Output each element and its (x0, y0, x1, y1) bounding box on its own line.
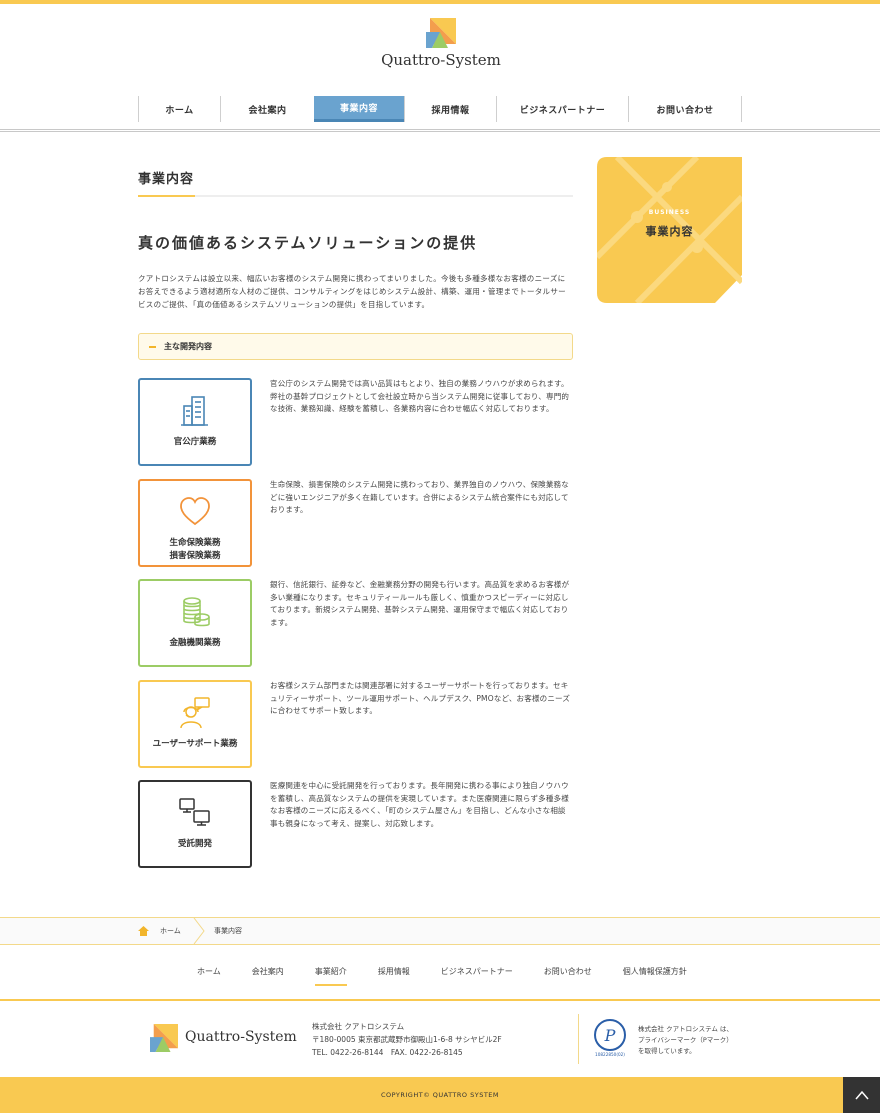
site-logo[interactable]: Quattro-System (381, 18, 501, 72)
footer-nav-contact[interactable]: お問い合わせ (544, 966, 592, 986)
breadcrumb: ホーム 事業内容 (0, 917, 880, 945)
page-title: 事業内容 (138, 172, 195, 187)
heart-icon (180, 497, 210, 526)
chevron-up-icon (854, 1090, 869, 1100)
business-description: 生命保険、損害保険のシステム開発に携わっており、業界独自のノウハウ、保険業務など… (270, 480, 569, 515)
home-icon[interactable] (138, 926, 149, 936)
svg-text:P: P (604, 1026, 616, 1045)
business-description: 医療関連を中心に受託開発を行っております。長年開発に携わる事により独自ノウハウを… (270, 781, 569, 828)
business-caption: ユーザーサポート業務 (152, 739, 238, 749)
nav-item-company[interactable]: 会社案内 (220, 96, 314, 122)
svg-text:10822850(02): 10822850(02) (595, 1052, 625, 1057)
footer-nav-privacy[interactable]: 個人情報保護方針 (623, 966, 687, 986)
business-card-finance[interactable]: 金融機関業務 (138, 579, 252, 667)
footer-vertical-divider (578, 1014, 579, 1064)
business-row: 金融機関業務 銀行、信託銀行、証券など、金融業務分野の開発も行います。高品質を求… (138, 579, 573, 667)
logo-text: Quattro-System (381, 51, 501, 69)
footer-nav-business[interactable]: 事業紹介 (314, 966, 347, 986)
business-row: 受託開発 医療関連を中心に受託開発を行っております。長年開発に携わる事により独自… (138, 780, 573, 868)
footer-nav: ホーム 会社案内 事業紹介 採用情報 ビジネスパートナー お問い合わせ 個人情報… (197, 966, 718, 986)
page-top-button[interactable] (843, 1077, 880, 1113)
business-caption: 官公庁業務 (173, 437, 217, 447)
copyright-text: COPYRIGHT© QUATTRO SYSTEM (380, 1091, 500, 1099)
banner-jp-label: 事業内容 (645, 225, 694, 238)
logo-mark-icon (150, 1024, 178, 1052)
footer-nav-partner[interactable]: ビジネスパートナー (441, 966, 513, 986)
intro-text: クアトロシステムは設立以来、幅広いお客様のシステム開発に携わってまいりました。今… (138, 274, 566, 309)
computers-icon (179, 798, 210, 826)
footer-company-name: 株式会社 クアトロシステム (312, 1022, 405, 1031)
pmark-line-3: を取得しています。 (638, 1047, 696, 1055)
business-description: 銀行、信託銀行、証券など、金融業務分野の開発も行います。高品質を求めるお客様が多… (270, 580, 570, 627)
business-description: 官公庁のシステム開発では高い品質はもとより、独自の業務ノウハウが求められます。弊… (270, 379, 570, 414)
business-card-support[interactable]: ユーザーサポート業務 (138, 680, 252, 768)
section-heading: 主な開発内容 (138, 333, 573, 360)
business-row: 官公庁業務 官公庁のシステム開発では高い品質はもとより、独自の業務ノウハウが求め… (138, 378, 573, 466)
footer-contact: TEL. 0422-26-8144 FAX. 0422-26-8145 (312, 1048, 463, 1057)
top-accent-strip (0, 0, 880, 4)
headline: 真の価値あるシステムソリューションの提供 (138, 234, 478, 252)
footer-nav-home[interactable]: ホーム (197, 966, 221, 986)
section-label: 主な開発内容 (164, 342, 212, 351)
business-card-insurance[interactable]: 生命保険業務 損害保険業務 (138, 479, 252, 567)
section-dash (149, 345, 156, 348)
building-icon (181, 396, 208, 426)
nav-item-home[interactable]: ホーム (138, 96, 220, 122)
business-caption: 受託開発 (177, 839, 212, 849)
nav-item-recruit[interactable]: 採用情報 (404, 96, 496, 122)
nav-item-partner[interactable]: ビジネスパートナー (496, 96, 628, 122)
breadcrumb-current: 事業内容 (214, 927, 242, 935)
footer-nav-recruit[interactable]: 採用情報 (378, 966, 410, 986)
footer-nav-company[interactable]: 会社案内 (252, 966, 284, 986)
banner-en-label: BUSINESS (648, 209, 691, 216)
business-card-government[interactable]: 官公庁業務 (138, 378, 252, 466)
business-caption: 生命保険業務 損害保険業務 (169, 538, 221, 561)
pmark-line-2: プライバシーマーク（Pマーク） (638, 1036, 733, 1044)
privacy-mark-icon[interactable]: P 10822850(02) (592, 1018, 628, 1058)
copyright-bar: COPYRIGHT© QUATTRO SYSTEM (0, 1077, 880, 1113)
breadcrumb-separator-icon (193, 918, 205, 944)
footer-logo-text: Quattro-System (185, 1029, 297, 1045)
footer-divider (0, 999, 880, 1001)
footer-logo[interactable]: Quattro-System (150, 1024, 297, 1054)
side-banner-business[interactable]: BUSINESS 事業内容 (594, 154, 745, 306)
business-caption: 金融機関業務 (169, 638, 221, 648)
global-nav: ホーム 会社案内 事業内容 採用情報 ビジネスパートナー お問い合わせ (138, 96, 742, 122)
logo-mark-icon (426, 18, 456, 48)
business-row: ユーザーサポート業務 お客様システム部門または関連部署に対するユーザーサポートを… (138, 680, 573, 768)
pmark-line-1: 株式会社 クアトロシステム は、 (638, 1025, 733, 1033)
business-description: お客様システム部門または関連部署に対するユーザーサポートを行っております。セキュ… (270, 681, 571, 716)
privacy-mark-text: 株式会社 クアトロシステム は、 プライバシーマーク（Pマーク） を取得していま… (638, 1024, 733, 1057)
nav-item-business[interactable]: 事業内容 (314, 96, 404, 122)
footer-address-block: 株式会社 クアトロシステム 〒180-0005 東京都武蔵野市御殿山1-6-8 … (312, 1020, 502, 1059)
nav-divider (0, 129, 880, 132)
title-underline (138, 195, 573, 197)
footer-address: 〒180-0005 東京都武蔵野市御殿山1-6-8 サシヤビル2F (312, 1035, 502, 1044)
coins-icon (183, 597, 210, 627)
business-row: 生命保険業務 損害保険業務 生命保険、損害保険のシステム開発に携わっており、業界… (138, 479, 573, 567)
breadcrumb-home-link[interactable]: ホーム (160, 926, 181, 936)
business-card-contract[interactable]: 受託開発 (138, 780, 252, 868)
nav-item-contact[interactable]: お問い合わせ (628, 96, 742, 122)
support-user-icon (180, 697, 210, 729)
